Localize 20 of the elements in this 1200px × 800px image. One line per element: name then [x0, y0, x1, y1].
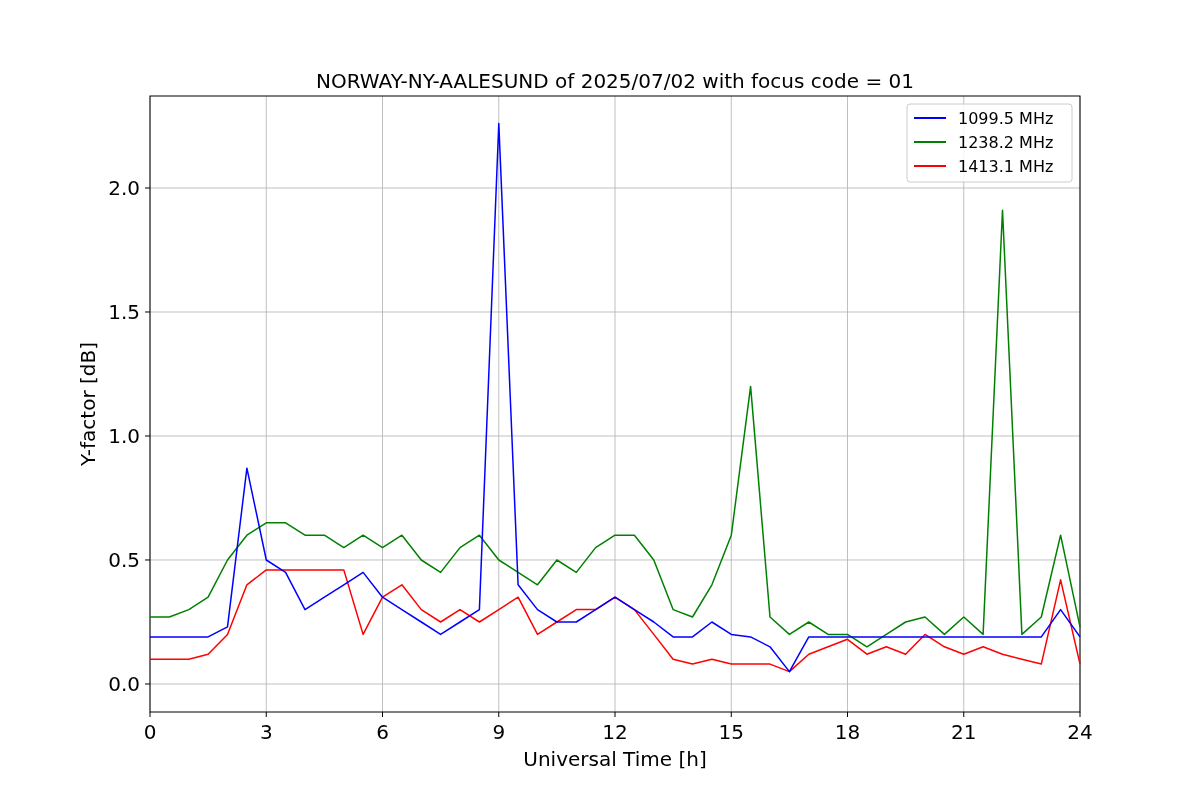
y-tick-label: 0.5 — [108, 548, 140, 572]
x-tick-label: 18 — [834, 720, 861, 744]
y-tick-label: 2.0 — [108, 176, 140, 200]
y-axis-label: Y-factor [dB] — [76, 342, 100, 466]
x-tick-label: 0 — [143, 720, 157, 744]
x-tick-label: 3 — [259, 720, 273, 744]
chart-title: NORWAY-NY-AALESUND of 2025/07/02 with focus code = 01 — [316, 69, 914, 93]
x-tick-label: 6 — [376, 720, 389, 744]
legend-label: 1099.5 MHz — [958, 109, 1054, 128]
x-tick-label: 9 — [492, 720, 506, 744]
legend-label: 1238.2 MHz — [958, 133, 1054, 152]
legend-label: 1413.1 MHz — [958, 157, 1054, 176]
y-tick-label: 1.5 — [108, 300, 140, 324]
x-tick-label: 21 — [951, 720, 977, 744]
y-tick-label: 1.0 — [108, 424, 140, 448]
x-axis-label: Universal Time [h] — [523, 747, 707, 771]
x-tick-label: 12 — [602, 720, 628, 744]
y-tick-label: 0.0 — [108, 672, 140, 696]
x-tick-label: 15 — [718, 720, 744, 744]
x-tick-label: 24 — [1067, 720, 1093, 744]
